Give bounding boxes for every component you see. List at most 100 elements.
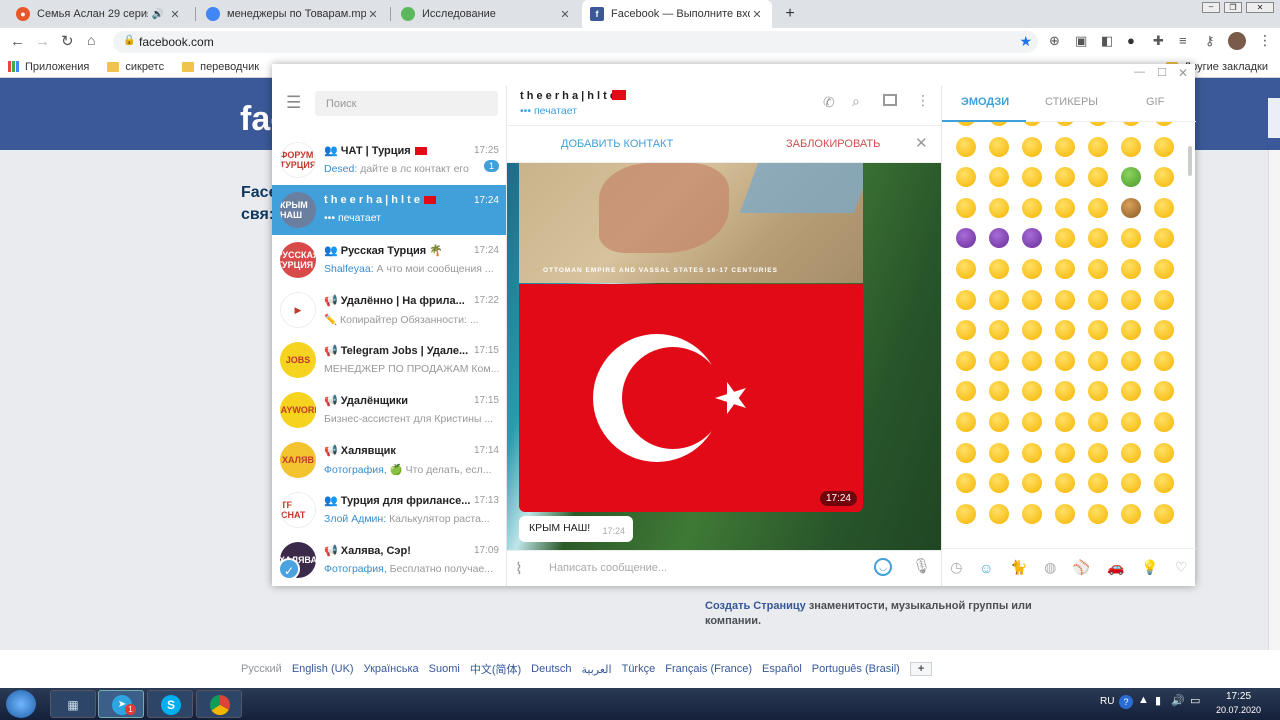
emoji-icon[interactable]	[956, 503, 976, 524]
emoji-icon[interactable]	[1154, 320, 1174, 341]
close-window-icon[interactable]: ✕	[1246, 2, 1274, 13]
emoji-icon[interactable]	[1022, 289, 1042, 310]
emoji-icon[interactable]	[1022, 412, 1042, 432]
lang-link[interactable]: English (UK)	[292, 663, 354, 675]
display-icon[interactable]: ▭	[1190, 694, 1200, 707]
emoji-icon[interactable]	[1154, 122, 1174, 126]
menu-icon[interactable]: ⋮	[1258, 32, 1272, 49]
emoji-icon[interactable]	[1088, 442, 1108, 463]
symbols-icon[interactable]: ♡	[1175, 559, 1188, 576]
sidebar-toggle-icon[interactable]	[883, 94, 897, 106]
emoji-icon[interactable]	[1022, 473, 1042, 494]
forward-icon[interactable]: →	[35, 33, 50, 50]
emoji-icon[interactable]	[956, 259, 976, 279]
emoji-icon[interactable]	[956, 136, 976, 157]
emoji-icon[interactable]	[1022, 228, 1042, 249]
emoji-icon[interactable]	[1121, 122, 1141, 126]
emoji-icon[interactable]	[989, 350, 1009, 371]
emoji-icon[interactable]	[989, 167, 1009, 188]
chat-item[interactable]: ФОРУМ ТУРЦИЯ 👥 ЧАТ | Турция 17:25 Desed: да…	[272, 135, 506, 185]
emoji-icon[interactable]	[1055, 197, 1075, 218]
emoji-icon[interactable]	[956, 442, 976, 463]
key-icon[interactable]: ⚷	[1205, 33, 1215, 49]
tab-gif[interactable]: GIF	[1146, 96, 1164, 108]
emoji-icon[interactable]	[956, 350, 976, 371]
volume-icon[interactable]: 🔊	[1171, 694, 1185, 707]
emoji-icon[interactable]	[1154, 503, 1174, 524]
emoji-icon[interactable]	[989, 320, 1009, 341]
emoji-icon[interactable]	[1055, 350, 1075, 371]
message-input[interactable]: Написать сообщение...	[549, 562, 667, 574]
translate-icon[interactable]: ▣	[1075, 33, 1087, 49]
tab-1[interactable]: ● Семья Аслан 29 серия русс 🔊 ✕	[8, 0, 190, 28]
skype-taskbar-button[interactable]: S	[147, 690, 193, 718]
emoji-icon[interactable]	[989, 197, 1009, 218]
emoji-icon[interactable]	[1055, 136, 1075, 157]
lang-link[interactable]: 中文(简体)	[470, 661, 521, 677]
emoji-icon[interactable]	[1055, 289, 1075, 310]
tg-close-icon[interactable]: ✕	[1178, 66, 1188, 80]
close-bar-icon[interactable]: ✕	[915, 134, 928, 152]
emoji-icon[interactable]	[1055, 167, 1075, 188]
lang-link[interactable]: Português (Brasil)	[812, 663, 900, 675]
emoji-icon[interactable]	[1154, 167, 1174, 188]
emoji-icon[interactable]	[989, 259, 1009, 279]
emoji-icon[interactable]	[1088, 473, 1108, 494]
lang-link[interactable]: Deutsch	[531, 663, 571, 675]
back-icon[interactable]: ←	[10, 33, 25, 50]
chat-item[interactable]: ХАЛЯВА 📢 Халява, Сэр! 17:09 Фотография, Бес…	[272, 535, 506, 585]
travel-icon[interactable]: 🚗	[1107, 559, 1124, 576]
lang-link[interactable]: Suomi	[429, 663, 460, 675]
emoji-icon[interactable]	[1055, 442, 1075, 463]
hamburger-menu-icon[interactable]: ☰	[286, 93, 301, 113]
emoji-icon[interactable]	[1055, 503, 1075, 524]
bookmark-apps[interactable]: Приложения	[8, 61, 89, 73]
tab-4-active[interactable]: f Facebook — Выполните вход или ✕	[582, 0, 772, 28]
extension-icon[interactable]: ◧	[1101, 33, 1113, 49]
emoji-icon[interactable]	[956, 320, 976, 341]
emoji-icon[interactable]	[1121, 473, 1141, 494]
tray-expand-icon[interactable]: ▲	[1138, 694, 1149, 706]
clock-date[interactable]: 20.07.2020	[1216, 705, 1261, 715]
emoji-icon[interactable]	[1154, 442, 1174, 463]
emoji-icon[interactable]	[956, 122, 976, 126]
home-icon[interactable]: ⌂	[87, 32, 95, 48]
emoji-icon[interactable]	[956, 412, 976, 432]
keyboard-language[interactable]: RU	[1100, 696, 1114, 707]
bookmark-folder[interactable]: переводчик	[182, 61, 259, 73]
emoji-icon[interactable]	[1088, 136, 1108, 157]
emoji-icon[interactable]	[1154, 228, 1174, 249]
emoji-icon[interactable]	[1022, 197, 1042, 218]
emoji-icon[interactable]	[1121, 442, 1141, 463]
map-image[interactable]: OTTOMAN EMPIRE AND VASSAL STATES 16-17 C…	[519, 163, 863, 283]
emoji-icon[interactable]	[1022, 122, 1042, 126]
tab-emoji[interactable]: ЭМОДЗИ	[961, 96, 1009, 108]
emoji-icon[interactable]	[989, 122, 1009, 126]
emoji-icon[interactable]	[1022, 350, 1042, 371]
tab-3[interactable]: Исследование ✕	[393, 0, 580, 28]
calculator-taskbar-icon[interactable]: ▦	[50, 690, 96, 718]
emoji-icon[interactable]	[989, 289, 1009, 310]
emoji-icon[interactable]	[1088, 167, 1108, 188]
emoji-icon[interactable]	[1055, 122, 1075, 126]
clock-time[interactable]: 17:25	[1226, 691, 1251, 702]
close-tab-icon[interactable]: ✕	[558, 8, 572, 21]
emoji-icon[interactable]	[1121, 381, 1141, 402]
microphone-icon[interactable]: 🎙	[912, 557, 931, 575]
vpn-icon[interactable]: ●	[1127, 33, 1135, 48]
puzzle-icon[interactable]: ✚	[1153, 33, 1164, 49]
emoji-icon[interactable]	[1088, 503, 1108, 524]
emoji-icon[interactable]	[989, 228, 1009, 249]
profile-avatar[interactable]	[1228, 32, 1246, 50]
block-button[interactable]: ЗАБЛОКИРОВАТЬ	[786, 138, 880, 150]
emoji-icon[interactable]	[1121, 350, 1141, 371]
chrome-taskbar-button[interactable]	[196, 690, 242, 718]
emoji-icon[interactable]	[1121, 289, 1141, 310]
bookmark-folder[interactable]: сикретс	[107, 61, 164, 73]
emoji-icon[interactable]	[1055, 228, 1075, 249]
start-button[interactable]	[6, 690, 36, 718]
sport-icon[interactable]: ⚾	[1073, 559, 1090, 576]
emoji-icon[interactable]	[1022, 381, 1042, 402]
message-bubble[interactable]: КРЫМ НАШ! 17:24	[519, 516, 633, 542]
emoji-icon[interactable]	[1022, 503, 1042, 524]
